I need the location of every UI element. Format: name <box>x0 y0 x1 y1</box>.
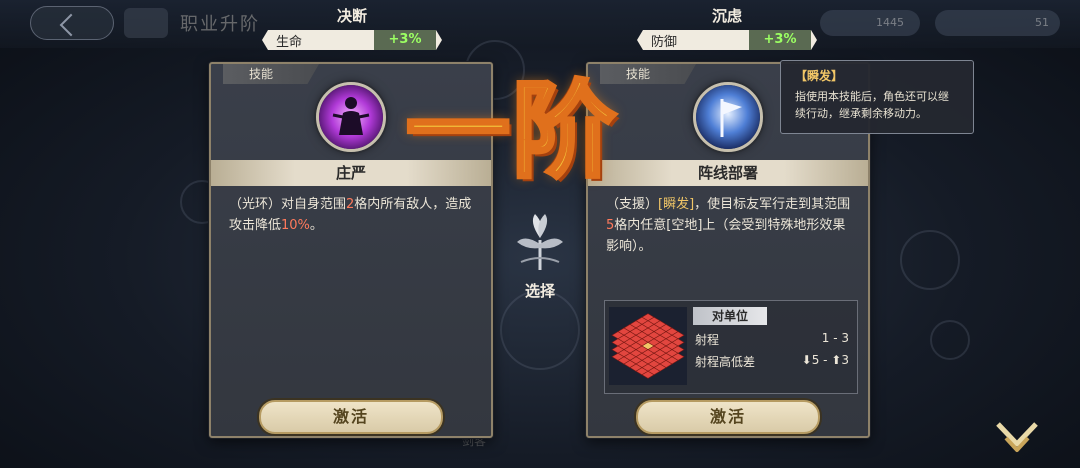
desc-text: （支援） <box>606 197 659 212</box>
currency-a-pill <box>820 10 920 36</box>
tooltip-heading: 【瞬发】 <box>795 69 844 83</box>
target-type: 对单位 <box>693 307 767 325</box>
flag-icon <box>693 82 763 152</box>
keyword-tooltip: 【瞬发】 指使用本技能后，角色还可以继续行动，继承剩余移动力。 <box>780 60 974 134</box>
bg-node <box>930 320 970 360</box>
range-grid-icon <box>609 307 687 385</box>
left-trait-title: 决断 <box>336 7 367 25</box>
left-card-tag: 技能 <box>223 64 319 84</box>
right-trait-title: 沉虑 <box>711 7 742 25</box>
select-label: 选择 <box>524 282 555 300</box>
bg-node <box>900 230 960 290</box>
height-row: 射程高低差 ⬇5 - ⬆3 <box>695 353 849 370</box>
currency-b-value: 51 <box>1035 16 1049 29</box>
left-stat: 决断 生命 +3% <box>262 4 442 50</box>
left-stat-value: +3% <box>374 30 436 50</box>
left-stat-name: 生命 <box>276 34 303 50</box>
target-info-box: 对单位 射程 1 - 3 射程高低差 ⬇5 - ⬆3 <box>604 300 858 394</box>
range-value: 1 - 3 <box>821 331 849 345</box>
height-diff-label: 射程高低差 <box>695 355 756 369</box>
right-stat: 沉虑 防御 +3% <box>637 4 817 50</box>
figure-aura-icon <box>316 82 386 152</box>
chevron-down-icon <box>996 422 1038 452</box>
tooltip-body: 指使用本技能后，角色还可以继续行动，继承剩余移动力。 <box>795 90 949 120</box>
range-label: 射程 <box>695 333 720 347</box>
right-stat-bar: 防御 +3% <box>637 30 817 50</box>
right-stat-name: 防御 <box>651 34 678 50</box>
home-button[interactable] <box>124 8 168 38</box>
right-stat-value: +3% <box>749 30 811 50</box>
expand-chevron-button[interactable] <box>994 416 1040 456</box>
left-activate-button[interactable]: 激活 <box>259 400 443 434</box>
tree-emblem-icon <box>517 214 563 270</box>
range-row: 射程 1 - 3 <box>695 331 849 348</box>
desc-text: ，使目标友军行走到其范围 <box>694 197 851 212</box>
desc-number: 10% <box>281 218 310 233</box>
bg-node <box>500 290 580 370</box>
currency-a-value: 1445 <box>876 16 904 29</box>
page-title: 职业升阶 <box>180 14 260 35</box>
desc-text: （光环）对自身范围 <box>229 197 347 212</box>
height-diff-value: ⬇5 - ⬆3 <box>801 353 849 367</box>
right-skill-name: 阵线部署 <box>588 160 868 186</box>
right-skill-description: （支援）[瞬发]，使目标友军行走到其范围5格内任意[空地]上（会受到特殊地形效果… <box>606 194 854 257</box>
desc-keyword[interactable]: [瞬发] <box>658 197 694 212</box>
desc-text: 格内任意[空地]上（会受到特殊地形效果影响）。 <box>606 218 846 254</box>
desc-text: 。 <box>309 218 323 233</box>
select-emblem: 选择 <box>505 210 575 301</box>
tier-banner: 一阶 <box>404 68 618 194</box>
left-stat-bar: 生命 +3% <box>262 30 442 50</box>
back-button[interactable] <box>30 6 114 40</box>
right-activate-button[interactable]: 激活 <box>636 400 820 434</box>
left-skill-description: （光环）对自身范围2格内所有敌人，造成攻击降低10%。 <box>229 194 477 236</box>
